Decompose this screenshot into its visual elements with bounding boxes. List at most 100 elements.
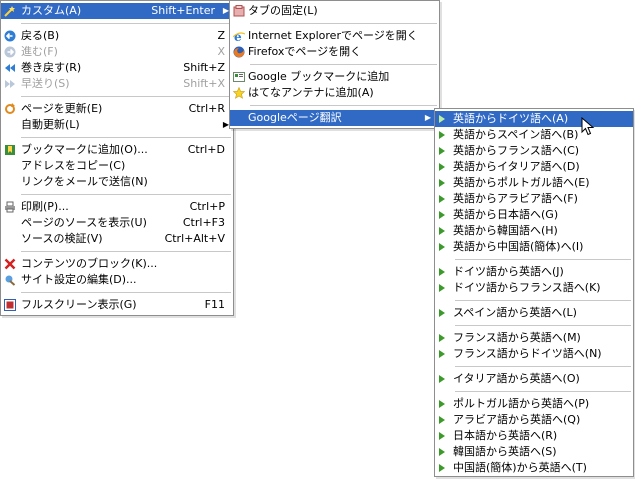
menu-separator (21, 292, 231, 293)
menu-item-label: 英語から中国語(簡体)へ(I) (453, 240, 584, 253)
translate-item[interactable]: 英語からドイツ語へ(A) (435, 111, 633, 127)
reload-icon (4, 103, 16, 115)
menu-item-reload[interactable]: ページを更新(E) Ctrl+R (1, 101, 233, 117)
menu-item-google-translate[interactable]: Googleページ翻訳 ▶ (230, 110, 439, 126)
menu-item-forward[interactable]: 進む(F) X (1, 44, 233, 60)
menu-item-label: カスタム(A) (21, 4, 82, 17)
menu-item-copy-address[interactable]: アドレスをコピー(C) (1, 158, 233, 174)
translate-item[interactable]: 英語からポルトガル語へ(E) (435, 175, 633, 191)
printer-icon (4, 201, 16, 213)
green-arrow-icon (439, 464, 445, 472)
menu-item-label: はてなアンテナに追加(A) (248, 86, 374, 99)
translate-item[interactable]: 英語からイタリア語へ(D) (435, 159, 633, 175)
translate-item[interactable]: 英語から韓国語へ(H) (435, 223, 633, 239)
menu-item-validate-source[interactable]: ソースの検証(V) Ctrl+Alt+V (1, 231, 233, 247)
menu-item-site-settings[interactable]: サイト設定の編集(D)... (1, 272, 233, 288)
menu-separator (455, 391, 631, 392)
menu-item-shortcut: Ctrl+P (189, 200, 225, 213)
translate-item[interactable]: 英語から日本語へ(G) (435, 207, 633, 223)
menu-item-back[interactable]: 戻る(B) Z (1, 28, 233, 44)
green-arrow-icon (439, 350, 445, 358)
menu-item-block-content[interactable]: コンテンツのブロック(K)... (1, 256, 233, 272)
translate-item[interactable]: ドイツ語からフランス語へ(K) (435, 280, 633, 296)
green-arrow-icon (439, 400, 445, 408)
menu-item-label: フルスクリーン表示(G) (21, 298, 137, 311)
translate-item[interactable]: 英語からスペイン語へ(B) (435, 127, 633, 143)
translate-item[interactable]: 英語からフランス語へ(C) (435, 143, 633, 159)
green-arrow-icon (439, 147, 445, 155)
internet-explorer-icon: e (232, 30, 246, 44)
menu-separator (21, 23, 231, 24)
translate-item[interactable]: フランス語からドイツ語へ(N) (435, 346, 633, 362)
menu-item-label: タブの固定(L) (248, 4, 318, 17)
bookmark-icon (4, 144, 16, 156)
menu-item-open-ie[interactable]: e Internet Explorerでページを開く (230, 28, 439, 44)
menu-separator (21, 96, 231, 97)
menu-item-shortcut: Shift+X (183, 77, 225, 90)
custom-wand-icon (4, 5, 16, 17)
translate-item[interactable]: スペイン語から英語へ(L) (435, 305, 633, 321)
translate-item[interactable]: 英語からアラビア語へ(F) (435, 191, 633, 207)
menu-item-hatena-antenna[interactable]: はてなアンテナに追加(A) (230, 85, 439, 101)
menu-item-shortcut: Shift+Enter (151, 4, 215, 17)
menu-item-label: ドイツ語から英語へ(J) (453, 265, 564, 278)
menu-item-mail-link[interactable]: リンクをメールで送信(N) (1, 174, 233, 190)
translate-item[interactable]: 中国語(簡体)から英語へ(T) (435, 460, 633, 476)
menu-item-label: Google ブックマークに追加 (248, 70, 390, 83)
rewind-icon (4, 62, 16, 74)
menu-item-rewind[interactable]: 巻き戻す(R) Shift+Z (1, 60, 233, 76)
menu-item-shortcut: Ctrl+R (188, 102, 225, 115)
menu-item-fastforward[interactable]: 早送り(S) Shift+X (1, 76, 233, 92)
menu-item-view-source[interactable]: ページのソースを表示(U) Ctrl+F3 (1, 215, 233, 231)
menu-separator (21, 137, 231, 138)
menu-item-label: ポルトガル語から英語へ(P) (453, 397, 590, 410)
menu-item-label: アドレスをコピー(C) (21, 159, 126, 172)
forward-arrow-icon (4, 46, 16, 58)
menu-item-label: Firefoxでページを開く (248, 45, 362, 58)
translate-item[interactable]: イタリア語から英語へ(O) (435, 371, 633, 387)
menu-item-label: 韓国語から英語へ(S) (453, 445, 557, 458)
menu-item-print[interactable]: 印刷(P)... Ctrl+P (1, 199, 233, 215)
menu-item-label: ブックマークに追加(O)... (21, 143, 148, 156)
menu-item-custom[interactable]: カスタム(A) Shift+Enter ▶ (1, 3, 233, 19)
translate-item[interactable]: フランス語から英語へ(M) (435, 330, 633, 346)
menu-item-shortcut: F11 (204, 298, 225, 311)
menu-item-open-firefox[interactable]: Firefoxでページを開く (230, 44, 439, 60)
translate-item[interactable]: 日本語から英語へ(R) (435, 428, 633, 444)
translate-item[interactable]: ポルトガル語から英語へ(P) (435, 396, 633, 412)
green-arrow-icon (439, 227, 445, 235)
menu-item-label: リンクをメールで送信(N) (21, 175, 148, 188)
menu-item-label: ページのソースを表示(U) (21, 216, 147, 229)
menu-item-bookmark[interactable]: ブックマークに追加(O)... Ctrl+D (1, 142, 233, 158)
menu-separator (21, 194, 231, 195)
menu-separator (21, 251, 231, 252)
menu-item-label: アラビア語から英語へ(Q) (453, 413, 581, 426)
menu-item-label: ページを更新(E) (21, 102, 103, 115)
svg-text:e: e (234, 30, 242, 42)
translate-item[interactable]: アラビア語から英語へ(Q) (435, 412, 633, 428)
green-arrow-icon (439, 211, 445, 219)
menu-item-fullscreen[interactable]: フルスクリーン表示(G) F11 (1, 297, 233, 313)
green-arrow-icon (439, 268, 445, 276)
menu-item-autoreload[interactable]: 自動更新(L) ▶ (1, 117, 233, 133)
menu-item-shortcut: X (217, 45, 225, 58)
translate-item[interactable]: 英語から中国語(簡体)へ(I) (435, 239, 633, 255)
menu-separator (455, 325, 631, 326)
fullscreen-icon (4, 299, 16, 311)
menu-item-label: 英語からポルトガル語へ(E) (453, 176, 590, 189)
menu-item-label: 英語からフランス語へ(C) (453, 144, 580, 157)
green-arrow-icon (439, 334, 445, 342)
menu-separator (455, 300, 631, 301)
menu-item-label: 巻き戻す(R) (21, 61, 82, 74)
menu-item-label: 英語からスペイン語へ(B) (453, 128, 579, 141)
site-settings-icon (4, 274, 16, 286)
menu-item-pin-tab[interactable]: タブの固定(L) (230, 3, 439, 19)
translate-item[interactable]: ドイツ語から英語へ(J) (435, 264, 633, 280)
menu-item-label: イタリア語から英語へ(O) (453, 372, 580, 385)
menu-item-label: サイト設定の編集(D)... (21, 273, 137, 286)
translate-item[interactable]: 韓国語から英語へ(S) (435, 444, 633, 460)
menu-item-shortcut: Ctrl+F3 (182, 216, 225, 229)
green-arrow-icon (439, 448, 445, 456)
menu-item-google-bookmark[interactable]: Google ブックマークに追加 (230, 69, 439, 85)
submenu-arrow-icon: ▶ (424, 113, 431, 122)
